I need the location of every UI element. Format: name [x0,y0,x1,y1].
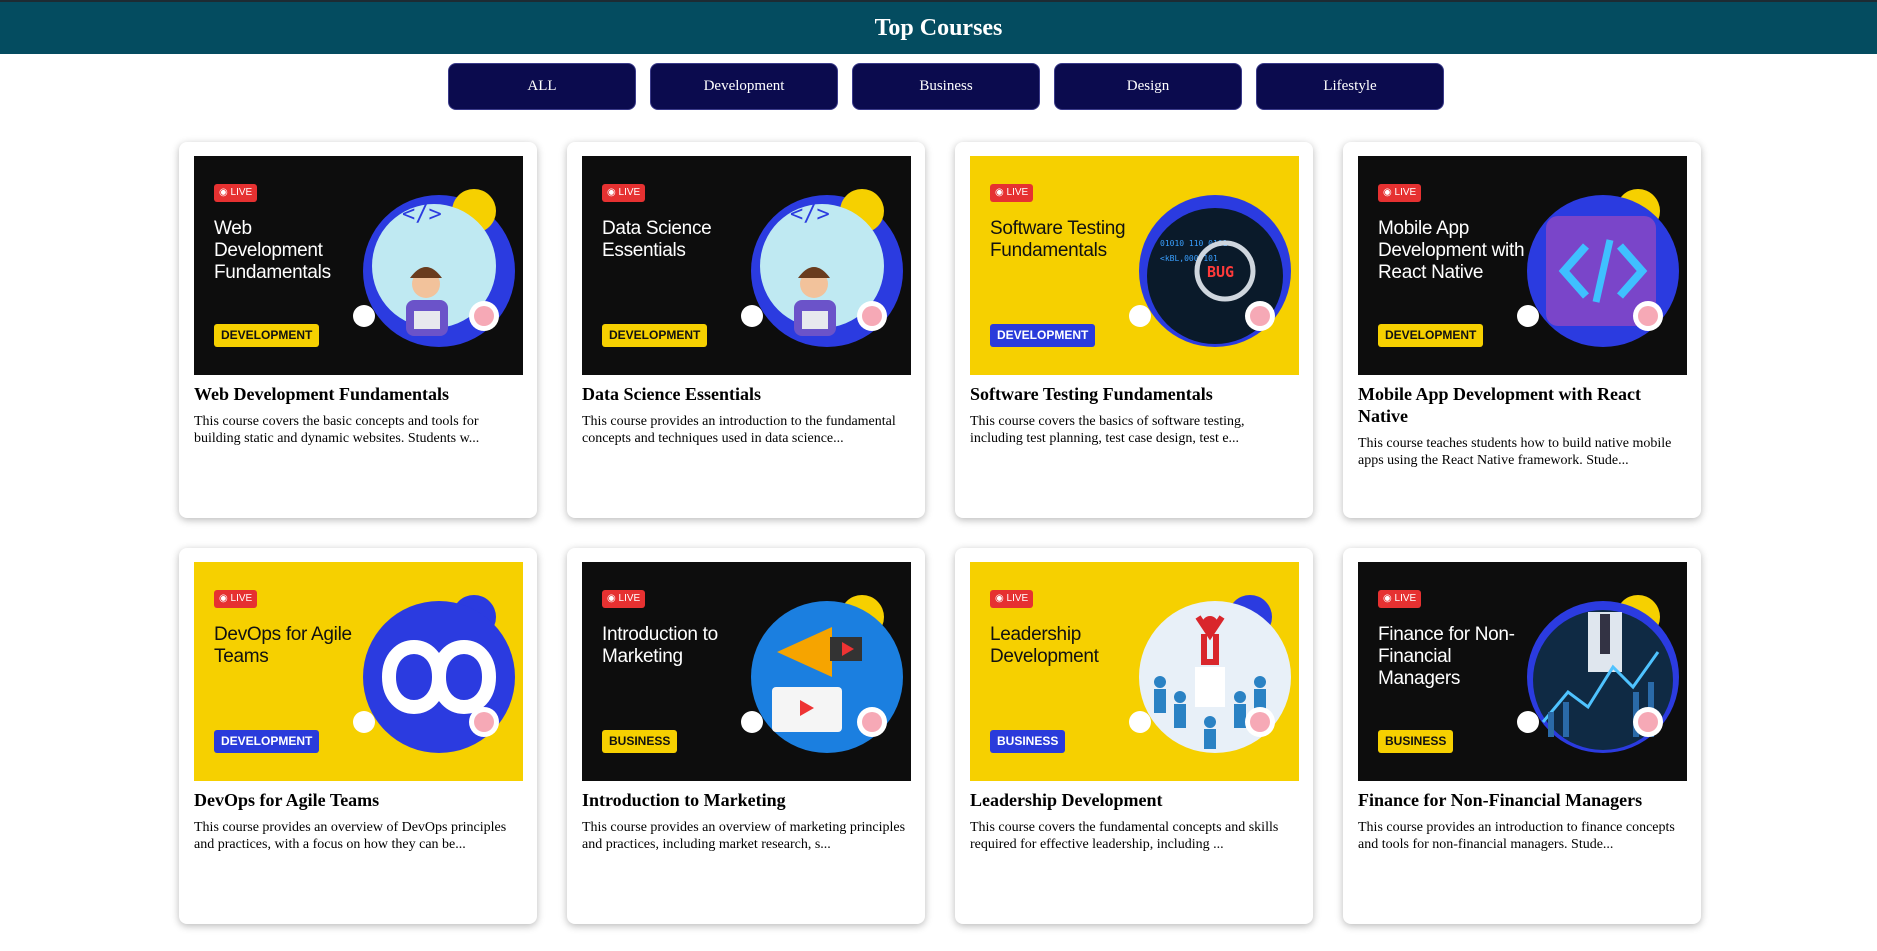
course-title: Data Science Essentials [582,384,761,404]
course-description: This course covers the basic concepts an… [194,414,480,446]
page-title: Top Courses [874,14,1003,41]
filter-lifestyle-button[interactable]: Lifestyle [1256,63,1444,110]
svg-text:BUG: BUG [1207,263,1234,281]
course-description: This course provides an introduction to … [582,414,896,446]
course-title: Introduction to Marketing [582,790,786,810]
course-description: This course covers the basics of softwar… [970,414,1245,446]
course-title: Leadership Development [970,790,1163,810]
course-thumbnail: ◉ LIVE Mobile App Development with React… [1358,156,1687,375]
course-card[interactable]: ◉ LIVE Introduction to Marketing BUSINES… [567,548,925,924]
live-badge: ◉ LIVE [1378,590,1422,608]
category-badge: DEVELOPMENT [1378,324,1484,347]
category-badge: BUSINESS [602,730,678,753]
course-description: This course covers the fundamental conce… [970,820,1279,852]
bug-icon: 01010 110 0101 <kBL,000 101 BUG [1129,195,1291,347]
coder-icon: </> [741,189,903,347]
course-grid: ◉ LIVE Web Development Fundamentals DEVE… [179,142,1701,924]
live-badge: ◉ LIVE [990,184,1034,202]
thumbnail-title: Leadership Development [990,624,1099,667]
svg-text:<kBL,000 101: <kBL,000 101 [1160,254,1218,263]
filter-design-button[interactable]: Design [1054,63,1242,110]
course-title: Mobile App Development with React Native [1358,384,1641,426]
filter-all-button[interactable]: ALL [448,63,636,110]
live-badge: ◉ LIVE [1378,184,1422,202]
category-filter-bar: ALL Development Business Design Lifestyl… [448,63,1444,110]
finance-chart-icon [1517,595,1679,753]
category-badge: DEVELOPMENT [990,324,1096,347]
course-thumbnail: ◉ LIVE Data Science Essentials DEVELOPME… [582,156,911,375]
course-thumbnail: ◉ LIVE Introduction to Marketing BUSINES… [582,562,911,781]
live-badge: ◉ LIVE [990,590,1034,608]
svg-text:</>: </> [790,202,830,227]
course-thumbnail: ◉ LIVE DevOps for Agile Teams DEVELOPMEN… [194,562,523,781]
live-badge: ◉ LIVE [602,184,646,202]
category-badge: BUSINESS [990,730,1066,753]
course-card[interactable]: ◉ LIVE Leadership Development BUSINESS L… [955,548,1313,924]
thumbnail-title: Data Science Essentials [602,218,712,261]
course-title: Finance for Non-Financial Managers [1358,790,1643,810]
course-card[interactable]: ◉ LIVE DevOps for Agile Teams DEVELOPMEN… [179,548,537,924]
category-badge: BUSINESS [1378,730,1454,753]
course-card[interactable]: ◉ LIVE Software Testing Fundamentals DEV… [955,142,1313,518]
thumbnail-title: Introduction to Marketing [602,624,718,667]
live-badge: ◉ LIVE [214,184,258,202]
infinity-icon [353,595,515,753]
thumbnail-title: Finance for Non-Financial Managers [1378,624,1515,689]
course-description: This course provides an introduction to … [1358,820,1675,852]
page-header: Top Courses [0,0,1877,54]
megaphone-icon [741,595,903,753]
thumbnail-title: Mobile App Development with React Native [1378,218,1525,283]
filter-development-button[interactable]: Development [650,63,838,110]
course-title: Web Development Fundamentals [194,384,450,404]
course-card[interactable]: ◉ LIVE Finance for Non-Financial Manager… [1343,548,1701,924]
course-card[interactable]: ◉ LIVE Data Science Essentials DEVELOPME… [567,142,925,518]
course-thumbnail: ◉ LIVE Finance for Non-Financial Manager… [1358,562,1687,781]
course-description: This course provides an overview of DevO… [194,820,507,852]
thumbnail-title: Web Development Fundamentals [214,218,331,283]
course-card[interactable]: ◉ LIVE Mobile App Development with React… [1343,142,1701,518]
course-description: This course provides an overview of mark… [582,820,906,852]
course-thumbnail: ◉ LIVE Web Development Fundamentals DEVE… [194,156,523,375]
course-title: Software Testing Fundamentals [970,384,1213,404]
filter-business-button[interactable]: Business [852,63,1040,110]
live-badge: ◉ LIVE [602,590,646,608]
category-badge: DEVELOPMENT [602,324,708,347]
course-description: This course teaches students how to buil… [1358,436,1672,468]
live-badge: ◉ LIVE [214,590,258,608]
category-badge: DEVELOPMENT [214,730,320,753]
leader-crowd-icon [1129,595,1291,753]
coder-icon: </> [353,189,515,347]
thumbnail-title: DevOps for Agile Teams [214,624,352,667]
course-thumbnail: ◉ LIVE Leadership Development BUSINESS [970,562,1299,781]
course-title: DevOps for Agile Teams [194,790,380,810]
code-brackets-icon [1517,189,1679,347]
category-badge: DEVELOPMENT [214,324,320,347]
thumbnail-title: Software Testing Fundamentals [990,218,1126,261]
svg-text:</>: </> [402,202,442,227]
course-thumbnail: ◉ LIVE Software Testing Fundamentals DEV… [970,156,1299,375]
course-card[interactable]: ◉ LIVE Web Development Fundamentals DEVE… [179,142,537,518]
